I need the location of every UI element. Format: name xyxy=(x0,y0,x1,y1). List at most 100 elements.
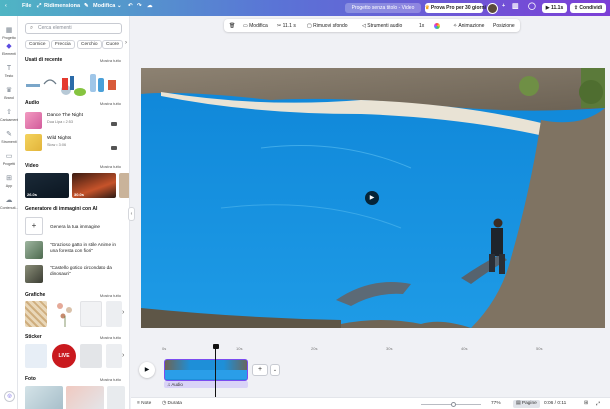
trash-icon[interactable]: 🗑 xyxy=(229,23,235,29)
audio-track[interactable]: ♫ Audio xyxy=(164,381,248,388)
photo-thumb-2[interactable] xyxy=(66,386,104,409)
rail-item-caricamenti[interactable]: ⇧ Caricamenti xyxy=(0,109,19,122)
remove-bg-button[interactable]: ▢ Rimuovi sfondo xyxy=(307,23,348,29)
graphics-show-all[interactable]: Mostra tutto xyxy=(100,293,121,298)
search-input[interactable]: ⌕ Cerca elementi xyxy=(25,23,122,34)
ai-sample-prompt[interactable]: "Grazioso gatto in stile Anime in una fo… xyxy=(50,242,122,254)
resize-icon: ⤢ xyxy=(37,3,42,9)
duration-button[interactable]: ◷ Durata xyxy=(162,401,182,406)
rail-item-elementi[interactable]: ◆ Elementi xyxy=(0,43,18,56)
video-thumb-3[interactable] xyxy=(119,173,129,198)
collapse-panel-handle[interactable]: ‹ xyxy=(128,207,135,221)
playhead[interactable] xyxy=(215,345,216,397)
playhead-handle[interactable] xyxy=(212,344,219,349)
speed-button[interactable]: 1x xyxy=(419,23,424,29)
video-thumb-1[interactable]: 26.0s xyxy=(25,173,69,198)
chip-cornice[interactable]: Cornice xyxy=(25,40,50,49)
comment-icon[interactable]: ◯ xyxy=(528,2,536,10)
ai-sample-thumb-2[interactable] xyxy=(25,265,43,283)
chevron-right-icon[interactable]: › xyxy=(122,309,124,316)
rail-item-label: Progetto xyxy=(2,36,16,40)
animate-button[interactable]: ✧ Animazione xyxy=(453,23,484,29)
chip-cuore[interactable]: Cuore xyxy=(102,40,124,49)
stickers-show-all[interactable]: Mostra tutto xyxy=(100,335,121,340)
video-thumb-2[interactable]: 30.0s xyxy=(72,173,116,198)
photos-show-all[interactable]: Mostra tutto xyxy=(100,377,121,382)
audio-track-label: Audio xyxy=(171,382,183,387)
rail-item-contenuti[interactable]: ☁ Contenuti... xyxy=(0,197,18,210)
rail-item-app[interactable]: ⊞ App xyxy=(0,175,18,188)
audio-tools-button[interactable]: ◁ Strumenti audio xyxy=(362,23,402,29)
zoom-level[interactable]: 77% xyxy=(491,401,501,406)
sticker-live[interactable]: LIVE xyxy=(52,344,76,368)
audio-thumb-1[interactable] xyxy=(25,112,42,129)
rail-item-progetti[interactable]: ▭ Progetti xyxy=(0,153,18,166)
chart-icon[interactable]: ▥ xyxy=(512,2,519,10)
chevron-right-icon[interactable]: › xyxy=(122,352,124,359)
resize-menu[interactable]: Ridimensiona xyxy=(44,3,80,9)
recent-items[interactable] xyxy=(24,66,124,104)
video-title: Video xyxy=(25,163,39,169)
notes-button[interactable]: ≡ Note xyxy=(137,401,151,406)
edit-mode-menu[interactable]: Modifica xyxy=(93,3,115,9)
project-title[interactable]: Progetto senza titolo - Video xyxy=(345,3,421,13)
edit-video-button[interactable]: ▭ Modifica xyxy=(243,23,268,29)
cloud-sync-icon[interactable]: ☁ xyxy=(147,3,153,9)
photo-thumb-1[interactable] xyxy=(25,386,63,409)
redo-icon[interactable]: ↷ xyxy=(137,3,142,9)
timeline-play-button[interactable]: ▶ xyxy=(139,362,155,378)
play-icon[interactable]: ▶ xyxy=(365,191,379,205)
rail-item-progetto[interactable]: ▦ Progetto xyxy=(0,27,18,40)
color-icon[interactable] xyxy=(434,22,440,30)
sticker-thumb-4[interactable] xyxy=(106,344,122,368)
share-button[interactable]: ⇪ Condividi xyxy=(570,3,606,13)
ai-sample-thumb-1[interactable] xyxy=(25,241,43,259)
video-clip[interactable] xyxy=(164,359,248,381)
chevron-right-icon[interactable]: › xyxy=(125,40,127,46)
rail-item-testo[interactable]: T Testo xyxy=(0,65,18,78)
pages-button[interactable]: ▤ Pagine xyxy=(513,400,540,408)
recent-show-all[interactable]: Mostra tutto xyxy=(100,58,121,63)
grid-view-icon[interactable]: ⊞ xyxy=(584,401,588,406)
plus-icon[interactable]: + xyxy=(25,217,43,235)
chip-cerchio[interactable]: Cerchio xyxy=(77,40,102,49)
ruler-label: 40s xyxy=(461,346,468,351)
audio-thumb-2[interactable] xyxy=(25,134,42,151)
file-menu[interactable]: File xyxy=(22,3,31,9)
graphic-thumb-4[interactable] xyxy=(106,301,122,327)
apps-icon: ⊞ xyxy=(6,175,12,182)
chevron-down-icon[interactable]: ⌄ xyxy=(270,364,280,376)
position-button[interactable]: Posizione xyxy=(493,23,515,29)
graphic-thumb-3[interactable] xyxy=(80,301,102,327)
pro-trial-button[interactable]: ♛ Prova Pro per 30 giorni xyxy=(425,3,486,13)
play-duration-button[interactable]: ▶ 11.1s xyxy=(542,3,567,13)
chip-freccia[interactable]: Freccia xyxy=(51,40,75,49)
ruler-label: 0s xyxy=(162,346,167,351)
rail-item-strumenti[interactable]: ✎ Strumenti xyxy=(0,131,18,144)
sticker-thumb-1[interactable] xyxy=(25,344,47,368)
video-show-all[interactable]: Mostra tutto xyxy=(100,164,121,169)
help-icon[interactable]: ◎ xyxy=(4,391,15,402)
audio-show-all[interactable]: Mostra tutto xyxy=(100,101,121,106)
graphic-thumb-1[interactable] xyxy=(25,301,47,327)
trim-button[interactable]: ✂ 11.1 s xyxy=(277,23,296,29)
recent-title: Usati di recente xyxy=(25,57,63,63)
canvas-video-frame[interactable]: ▶ xyxy=(141,68,605,328)
undo-icon[interactable]: ↶ xyxy=(128,3,133,9)
avatar[interactable] xyxy=(487,2,498,14)
rail-item-brand[interactable]: ♛ Brand xyxy=(0,87,18,100)
audio-track-artist: Dua Lipa • 2:53 xyxy=(47,120,74,124)
graphic-thumb-2[interactable] xyxy=(54,300,76,328)
fullscreen-icon[interactable]: ⤢ xyxy=(596,401,600,407)
add-clip-button[interactable]: + xyxy=(252,364,268,376)
photo-thumb-3[interactable] xyxy=(107,386,125,409)
zoom-slider-thumb[interactable] xyxy=(451,401,456,407)
sticker-thumb-3[interactable] xyxy=(80,344,102,368)
ai-sample-prompt[interactable]: "Castello gotico circondato da dinosauri… xyxy=(50,265,122,277)
home-icon[interactable]: ‹ xyxy=(5,3,7,9)
add-user-icon[interactable]: + xyxy=(502,3,505,9)
ai-generate-link[interactable]: Genera la tua immagine xyxy=(50,224,122,230)
share-label: Condividi xyxy=(579,5,603,11)
audio-track-title[interactable]: Dance The Night xyxy=(47,113,83,118)
audio-track-title[interactable]: Wild Nights xyxy=(47,136,71,141)
